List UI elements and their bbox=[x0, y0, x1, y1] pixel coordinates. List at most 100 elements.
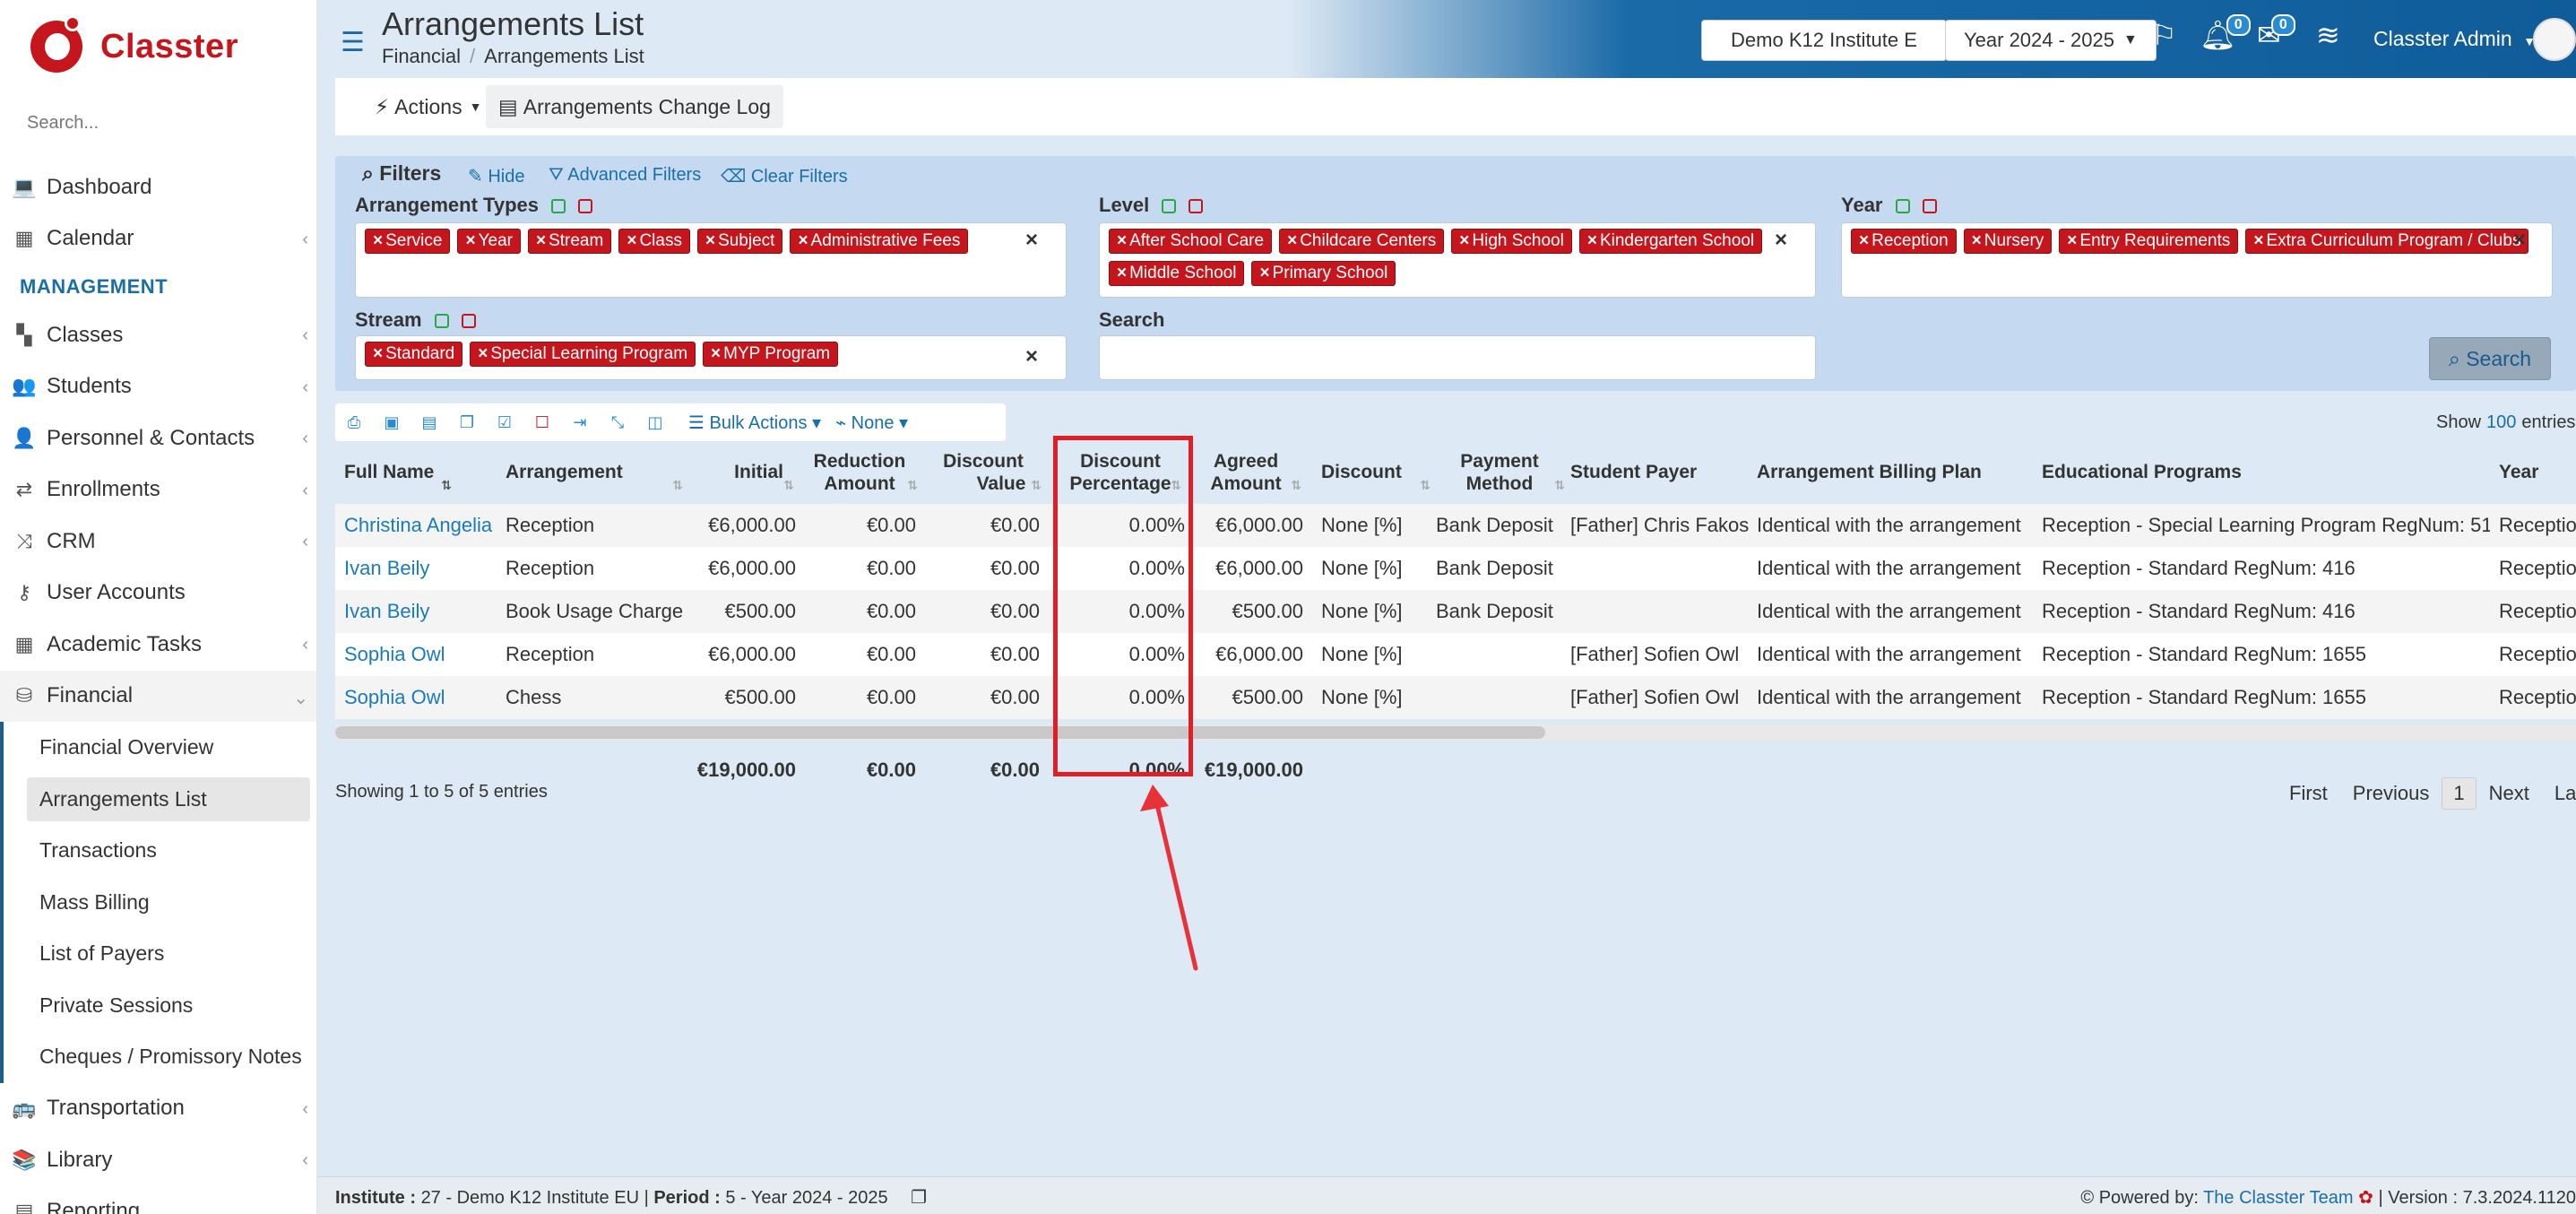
classter-logo[interactable]: Classter bbox=[25, 13, 238, 81]
sidebar-item-reporting[interactable]: ▤ Reporting bbox=[0, 1186, 316, 1214]
print-icon[interactable]: ⎙ bbox=[335, 413, 373, 432]
bell-icon[interactable]: 🔔︎ 0 bbox=[2200, 14, 2251, 52]
clear-selection-icon[interactable]: × bbox=[2513, 228, 2526, 253]
tag[interactable]: Stream bbox=[527, 229, 612, 254]
tag[interactable]: Special Learning Program bbox=[470, 342, 696, 367]
tag[interactable]: MYP Program bbox=[703, 342, 839, 367]
select-all-icon[interactable] bbox=[434, 314, 449, 329]
deselect-all-icon[interactable] bbox=[1189, 199, 1204, 214]
tag[interactable]: Extra Curriculum Program / Clubs bbox=[2245, 229, 2529, 254]
hide-filters-link[interactable]: ✎ Hide bbox=[468, 165, 524, 187]
table-row[interactable]: Ivan Beily Reception €6,000.00 €0.00 €0.00 0.… bbox=[335, 547, 2576, 590]
tag[interactable]: Childcare Centers bbox=[1279, 229, 1445, 254]
sidebar-subitem-arrangements-list[interactable]: Arrangements List bbox=[27, 776, 310, 821]
clear-selection-icon[interactable]: × bbox=[1775, 228, 1787, 253]
cell-name[interactable]: Ivan Beily bbox=[344, 590, 497, 633]
horizontal-scrollbar[interactable] bbox=[335, 726, 1545, 739]
columns-icon[interactable]: ◫ bbox=[636, 413, 674, 432]
export-icon[interactable]: ⇥ bbox=[561, 413, 599, 432]
bulk-actions-dropdown[interactable]: ☰ Bulk Actions ▾ bbox=[688, 412, 821, 434]
cell-name[interactable]: Sophia Owl bbox=[344, 676, 497, 719]
sidebar-item-students[interactable]: 👥 Students ‹ bbox=[0, 361, 316, 413]
pagination-previous[interactable]: Previous bbox=[2340, 776, 2442, 811]
clear-filters-link[interactable]: ⌫ Clear Filters bbox=[721, 165, 848, 187]
col-initial[interactable]: Initial ⇅ bbox=[694, 441, 796, 504]
sidebar-subitem-mass-billing[interactable]: Mass Billing bbox=[4, 877, 316, 929]
stream-select[interactable]: Standard Special Learning Program MYP Pr… bbox=[355, 335, 1067, 380]
hamburger-menu-icon[interactable]: ☰ bbox=[341, 27, 365, 58]
deselect-all-icon[interactable]: ☐ bbox=[523, 413, 561, 432]
copy-icon[interactable]: ❐ bbox=[448, 413, 486, 432]
tag[interactable]: Class bbox=[618, 229, 690, 254]
sidebar-item-crm[interactable]: ⤨ CRM ‹ bbox=[0, 516, 316, 568]
tag[interactable]: Year bbox=[457, 229, 521, 254]
deselect-all-icon[interactable] bbox=[461, 314, 476, 329]
layers-icon[interactable]: ≋ bbox=[2316, 18, 2340, 52]
sidebar-item-personnel[interactable]: 👤 Personnel & Contacts ‹ bbox=[0, 412, 316, 464]
level-select[interactable]: After School Care Childcare Centers High… bbox=[1099, 222, 1816, 298]
compress-icon[interactable]: ⤡ bbox=[599, 413, 636, 432]
tag[interactable]: Reception bbox=[1851, 229, 1957, 254]
sidebar-subitem-list-of-payers[interactable]: List of Payers bbox=[4, 928, 316, 980]
page-length-select[interactable]: 100 bbox=[2486, 412, 2516, 432]
sidebar-subitem-cheques[interactable]: Cheques / Promissory Notes bbox=[4, 1031, 316, 1083]
col-year[interactable]: Year bbox=[2499, 441, 2571, 504]
pagination-next[interactable]: Next bbox=[2477, 776, 2542, 811]
select-all-icon[interactable] bbox=[550, 199, 566, 214]
tag[interactable]: Service bbox=[365, 229, 451, 254]
pagination-first[interactable]: First bbox=[2277, 776, 2340, 811]
institute-selector-button[interactable]: Demo K12 Institute E bbox=[1701, 20, 1947, 61]
col-discount-value[interactable]: Discount Value ⇅ bbox=[923, 441, 1043, 504]
sidebar-subitem-transactions[interactable]: Transactions bbox=[4, 825, 316, 877]
col-billing-plan[interactable]: Arrangement Billing Plan bbox=[1757, 441, 2026, 504]
none-dropdown[interactable]: ⌁ None ▾ bbox=[835, 412, 908, 434]
tag[interactable]: Nursery bbox=[1963, 229, 2053, 254]
actions-dropdown[interactable]: ⚡ Actions ▼ bbox=[362, 85, 494, 128]
copy-icon[interactable]: ❐ bbox=[911, 1188, 927, 1208]
classter-team-link[interactable]: The Classter Team bbox=[2203, 1188, 2353, 1208]
sidebar-search-input[interactable]: Search... bbox=[27, 113, 99, 134]
table-row[interactable]: Sophia Owl Reception €6,000.00 €0.00 €0.00 0.… bbox=[335, 633, 2576, 676]
tag[interactable]: High School bbox=[1451, 229, 1572, 254]
col-full-name[interactable]: Full Name ⇅ bbox=[344, 441, 452, 504]
deselect-all-icon[interactable] bbox=[577, 199, 592, 214]
arrangement-types-select[interactable]: Service Year Stream Class Subject Admini… bbox=[355, 222, 1067, 298]
sidebar-item-dashboard[interactable]: 💻 Dashboard bbox=[0, 161, 316, 213]
col-educational-programs[interactable]: Educational Programs bbox=[2042, 441, 2400, 504]
sidebar-item-financial[interactable]: ⛁ Financial ⌄ bbox=[0, 670, 316, 722]
select-all-icon[interactable] bbox=[1895, 199, 1910, 214]
select-all-icon[interactable]: ☑ bbox=[486, 413, 523, 432]
year-selector-button[interactable]: Year 2024 - 2025 ▼ bbox=[1945, 20, 2157, 61]
tag[interactable]: Middle School bbox=[1109, 261, 1245, 286]
pagination-last[interactable]: Last bbox=[2542, 776, 2576, 811]
cell-name[interactable]: Sophia Owl bbox=[344, 633, 497, 676]
advanced-filters-link[interactable]: ⛛ Advanced Filters bbox=[549, 165, 701, 186]
sidebar-item-user-accounts[interactable]: ⚷ User Accounts bbox=[0, 568, 316, 620]
year-select[interactable]: Reception Nursery Entry Requirements Ext… bbox=[1841, 222, 2553, 298]
table-row[interactable]: Sophia Owl Chess €500.00 €0.00 €0.00 0.00% €50… bbox=[335, 676, 2576, 719]
filter-search-input[interactable] bbox=[1099, 335, 1816, 380]
sidebar-item-calendar[interactable]: ▦ Calendar ‹ bbox=[0, 213, 316, 265]
deselect-all-icon[interactable] bbox=[1922, 199, 1937, 214]
csv-icon[interactable]: ▤ bbox=[411, 413, 448, 432]
sidebar-item-academic-tasks[interactable]: ▦ Academic Tasks ‹ bbox=[0, 619, 316, 671]
col-student-payer[interactable]: Student Payer bbox=[1570, 441, 1750, 504]
excel-icon[interactable]: ▣ bbox=[373, 413, 411, 432]
sidebar-item-transportation[interactable]: 🚌 Transportation ‹ bbox=[0, 1083, 316, 1135]
search-button[interactable]: ⌕ Search bbox=[2429, 337, 2551, 380]
col-arrangement[interactable]: Arrangement ⇅ bbox=[506, 441, 685, 504]
cell-name[interactable]: Ivan Beily bbox=[344, 547, 497, 590]
flag-icon[interactable]: ⚐ bbox=[2151, 18, 2177, 52]
tag[interactable]: After School Care bbox=[1109, 229, 1273, 254]
table-row[interactable]: Ivan Beily Book Usage Charge €500.00 €0.00 €… bbox=[335, 590, 2576, 633]
tag[interactable]: Standard bbox=[365, 342, 463, 367]
sidebar-item-library[interactable]: 📚 Library ‹ bbox=[0, 1134, 316, 1186]
sidebar-item-enrollments[interactable]: ⇄ Enrollments ‹ bbox=[0, 464, 316, 516]
user-menu[interactable]: Classter Admin ▼ bbox=[2373, 27, 2536, 51]
sidebar-subitem-financial-overview[interactable]: Financial Overview bbox=[4, 722, 316, 774]
tag[interactable]: Kindergarten School bbox=[1578, 229, 1763, 254]
col-discount[interactable]: Discount ⇅ bbox=[1321, 441, 1432, 504]
col-payment-method[interactable]: Payment Method ⇅ bbox=[1432, 441, 1567, 504]
tag[interactable]: Subject bbox=[696, 229, 783, 254]
tag[interactable]: Administrative Fees bbox=[790, 229, 969, 254]
